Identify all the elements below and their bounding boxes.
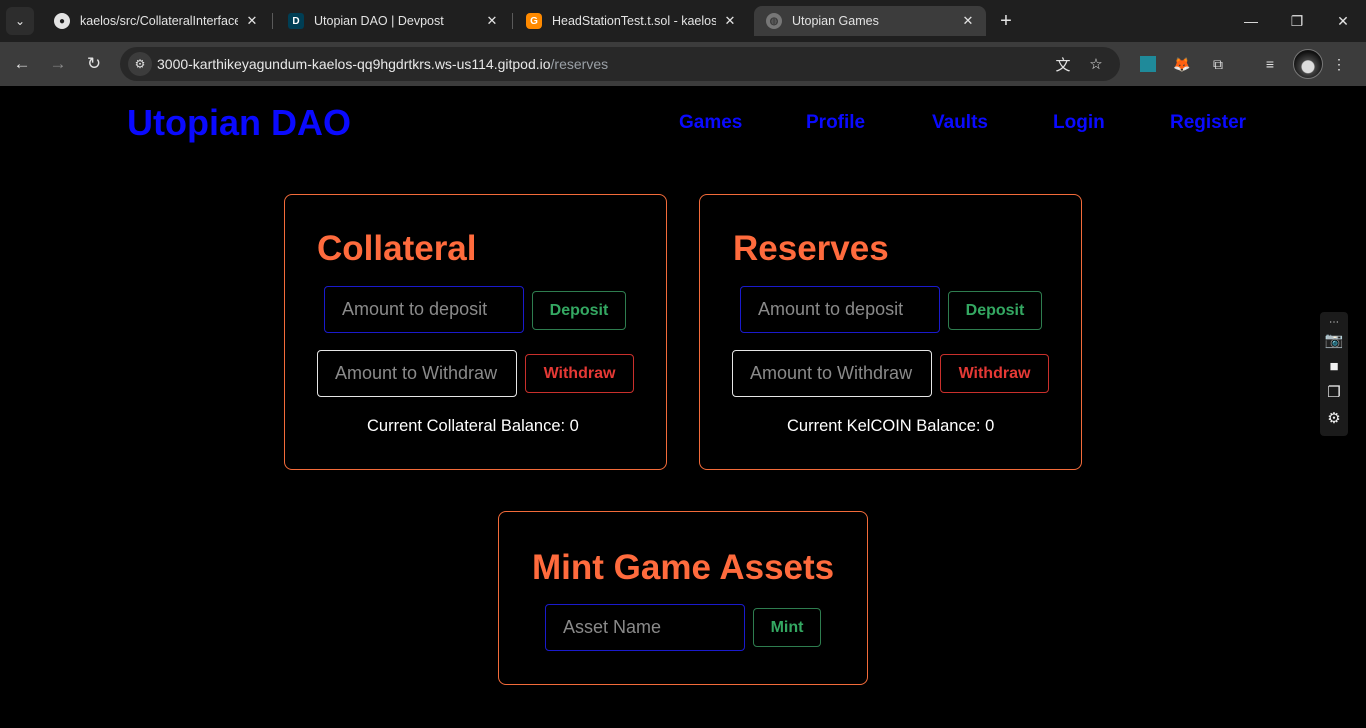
tab-separator: [272, 13, 273, 29]
url-host: 3000-karthikeyagundum-kaelos-qq9hgdrtkrs…: [157, 56, 551, 72]
reserves-withdraw-button[interactable]: Withdraw: [940, 354, 1049, 393]
tab-github[interactable]: ● kaelos/src/CollateralInterface.so ✕: [42, 6, 270, 36]
browser-tab-bar: ⌄ ● kaelos/src/CollateralInterface.so ✕ …: [0, 0, 1366, 42]
close-icon[interactable]: ✕: [484, 13, 500, 29]
collateral-deposit-input[interactable]: Amount to deposit: [324, 286, 524, 333]
collateral-withdraw-button[interactable]: Withdraw: [525, 354, 634, 393]
close-icon[interactable]: ✕: [960, 13, 976, 29]
close-icon[interactable]: ✕: [722, 13, 738, 29]
reserves-balance: Current KelCOIN Balance: 0: [787, 417, 995, 435]
tab-label: HeadStationTest.t.sol - kaelos -: [552, 14, 716, 28]
page-content: Utopian DAO Games Profile Vaults Login R…: [0, 86, 1366, 728]
site-info-icon[interactable]: ⚙: [128, 52, 152, 76]
tab-label: Utopian DAO | Devpost: [314, 14, 444, 28]
screen-capture-widget: ⋯ 📷 ■ ❐ ⚙: [1320, 312, 1348, 436]
close-icon[interactable]: ✕: [244, 13, 260, 29]
minimize-button[interactable]: —: [1228, 0, 1274, 42]
new-tab-button[interactable]: +: [994, 9, 1018, 33]
brand-logo[interactable]: Utopian DAO: [127, 102, 351, 144]
forward-button[interactable]: →: [44, 50, 72, 78]
extension-icon[interactable]: [1136, 52, 1160, 76]
gitpod-icon: G: [526, 13, 542, 29]
mint-card: Mint Game Assets Asset Name Mint: [498, 511, 868, 685]
window-close-button[interactable]: ✕: [1320, 0, 1366, 42]
menu-kebab-icon[interactable]: ⋮: [1327, 52, 1351, 76]
reserves-deposit-button[interactable]: Deposit: [948, 291, 1042, 330]
settings-gear-icon[interactable]: ⚙: [1324, 408, 1344, 428]
tab-search-button[interactable]: ⌄: [6, 7, 34, 35]
tab-label: kaelos/src/CollateralInterface.so: [80, 14, 238, 28]
reserves-card: Reserves Amount to deposit Deposit Amoun…: [699, 194, 1082, 470]
globe-icon: ◍: [766, 13, 782, 29]
reserves-deposit-input[interactable]: Amount to deposit: [740, 286, 940, 333]
nav-profile[interactable]: Profile: [806, 112, 865, 134]
video-camera-icon[interactable]: ■: [1324, 356, 1344, 376]
tab-separator: [512, 13, 513, 29]
nav-vaults[interactable]: Vaults: [932, 112, 988, 134]
windows-icon[interactable]: ❐: [1324, 382, 1344, 402]
mint-button[interactable]: Mint: [753, 608, 821, 647]
back-button[interactable]: ←: [8, 50, 36, 78]
reserves-title: Reserves: [733, 229, 889, 268]
nav-login[interactable]: Login: [1053, 112, 1105, 134]
collateral-withdraw-input[interactable]: Amount to Withdraw: [317, 350, 517, 397]
tab-gitpod[interactable]: G HeadStationTest.t.sol - kaelos - ✕: [514, 6, 748, 36]
reserves-withdraw-input[interactable]: Amount to Withdraw: [732, 350, 932, 397]
github-icon: ●: [54, 13, 70, 29]
browser-toolbar: ← → ↻ ⚙ 3000-karthikeyagundum-kaelos-qq9…: [0, 42, 1366, 86]
tab-utopian-games[interactable]: ◍ Utopian Games ✕: [754, 6, 986, 36]
asset-name-input[interactable]: Asset Name: [545, 604, 745, 651]
collateral-deposit-button[interactable]: Deposit: [532, 291, 626, 330]
metamask-icon[interactable]: 🦊: [1170, 52, 1194, 76]
url-path: /reserves: [550, 56, 609, 72]
nav-register[interactable]: Register: [1170, 112, 1246, 134]
url-text[interactable]: 3000-karthikeyagundum-kaelos-qq9hgdrtkrs…: [157, 56, 608, 72]
collateral-balance: Current Collateral Balance: 0: [367, 417, 579, 435]
widget-more-icon[interactable]: ⋯: [1324, 312, 1344, 332]
restore-button[interactable]: ❐: [1274, 0, 1320, 42]
mint-title: Mint Game Assets: [532, 548, 835, 587]
devpost-icon: D: [288, 13, 304, 29]
profile-avatar[interactable]: [1293, 49, 1323, 79]
extensions-puzzle-icon[interactable]: ⧉: [1206, 52, 1230, 76]
tab-devpost[interactable]: D Utopian DAO | Devpost ✕: [276, 6, 510, 36]
camera-icon[interactable]: 📷: [1324, 330, 1344, 350]
tab-label: Utopian Games: [792, 14, 879, 28]
collateral-title: Collateral: [317, 229, 477, 268]
reload-button[interactable]: ↻: [80, 50, 108, 78]
translate-icon[interactable]: 文: [1052, 53, 1074, 75]
bookmark-star-icon[interactable]: ☆: [1085, 53, 1107, 75]
nav-games[interactable]: Games: [679, 112, 742, 134]
collateral-card: Collateral Amount to deposit Deposit Amo…: [284, 194, 667, 470]
media-controls-icon[interactable]: ≡: [1258, 52, 1282, 76]
address-bar[interactable]: ⚙ 3000-karthikeyagundum-kaelos-qq9hgdrtk…: [120, 47, 1120, 81]
